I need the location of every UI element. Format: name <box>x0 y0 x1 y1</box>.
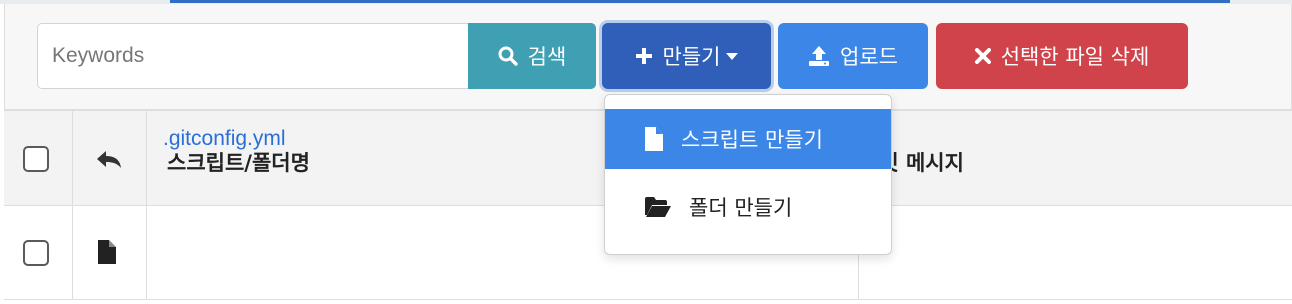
top-progress-bar <box>170 0 1230 3</box>
menu-item-label: 스크립트 만들기 <box>681 128 823 152</box>
search-button-label: 검색 <box>527 45 567 69</box>
plus-icon <box>635 48 652 64</box>
menu-item-label: 폴더 만들기 <box>689 196 793 220</box>
delete-selected-button[interactable]: 선택한 파일 삭제 <box>936 23 1188 89</box>
folder-open-icon <box>645 197 671 217</box>
column-divider <box>72 110 73 300</box>
upload-icon <box>809 46 830 66</box>
select-all-checkbox[interactable] <box>23 146 49 172</box>
caret-down-icon <box>726 52 739 60</box>
file-icon <box>645 127 663 151</box>
upload-button-label: 업로드 <box>840 45 898 69</box>
search-input[interactable] <box>37 23 469 89</box>
file-icon <box>98 240 116 264</box>
create-dropdown-menu: 스크립트 만들기 폴더 만들기 <box>604 94 892 255</box>
row-checkbox[interactable] <box>23 240 49 266</box>
delete-button-label: 선택한 파일 삭제 <box>1000 45 1150 69</box>
upload-button[interactable]: 업로드 <box>778 23 928 89</box>
search-button[interactable]: 검색 <box>468 23 596 89</box>
search-icon <box>498 46 518 66</box>
menu-item-create-folder[interactable]: 폴더 만들기 <box>605 177 891 237</box>
create-button-label: 만들기 <box>662 45 721 69</box>
column-divider <box>146 110 147 300</box>
create-dropdown-button[interactable]: 만들기 <box>602 23 771 89</box>
header-name: 스크립트/폴더명 <box>167 151 310 175</box>
file-link[interactable]: .gitconfig.yml <box>163 127 286 151</box>
reply-icon[interactable] <box>96 149 122 169</box>
menu-item-create-script[interactable]: 스크립트 만들기 <box>605 109 891 169</box>
times-icon <box>974 48 991 64</box>
